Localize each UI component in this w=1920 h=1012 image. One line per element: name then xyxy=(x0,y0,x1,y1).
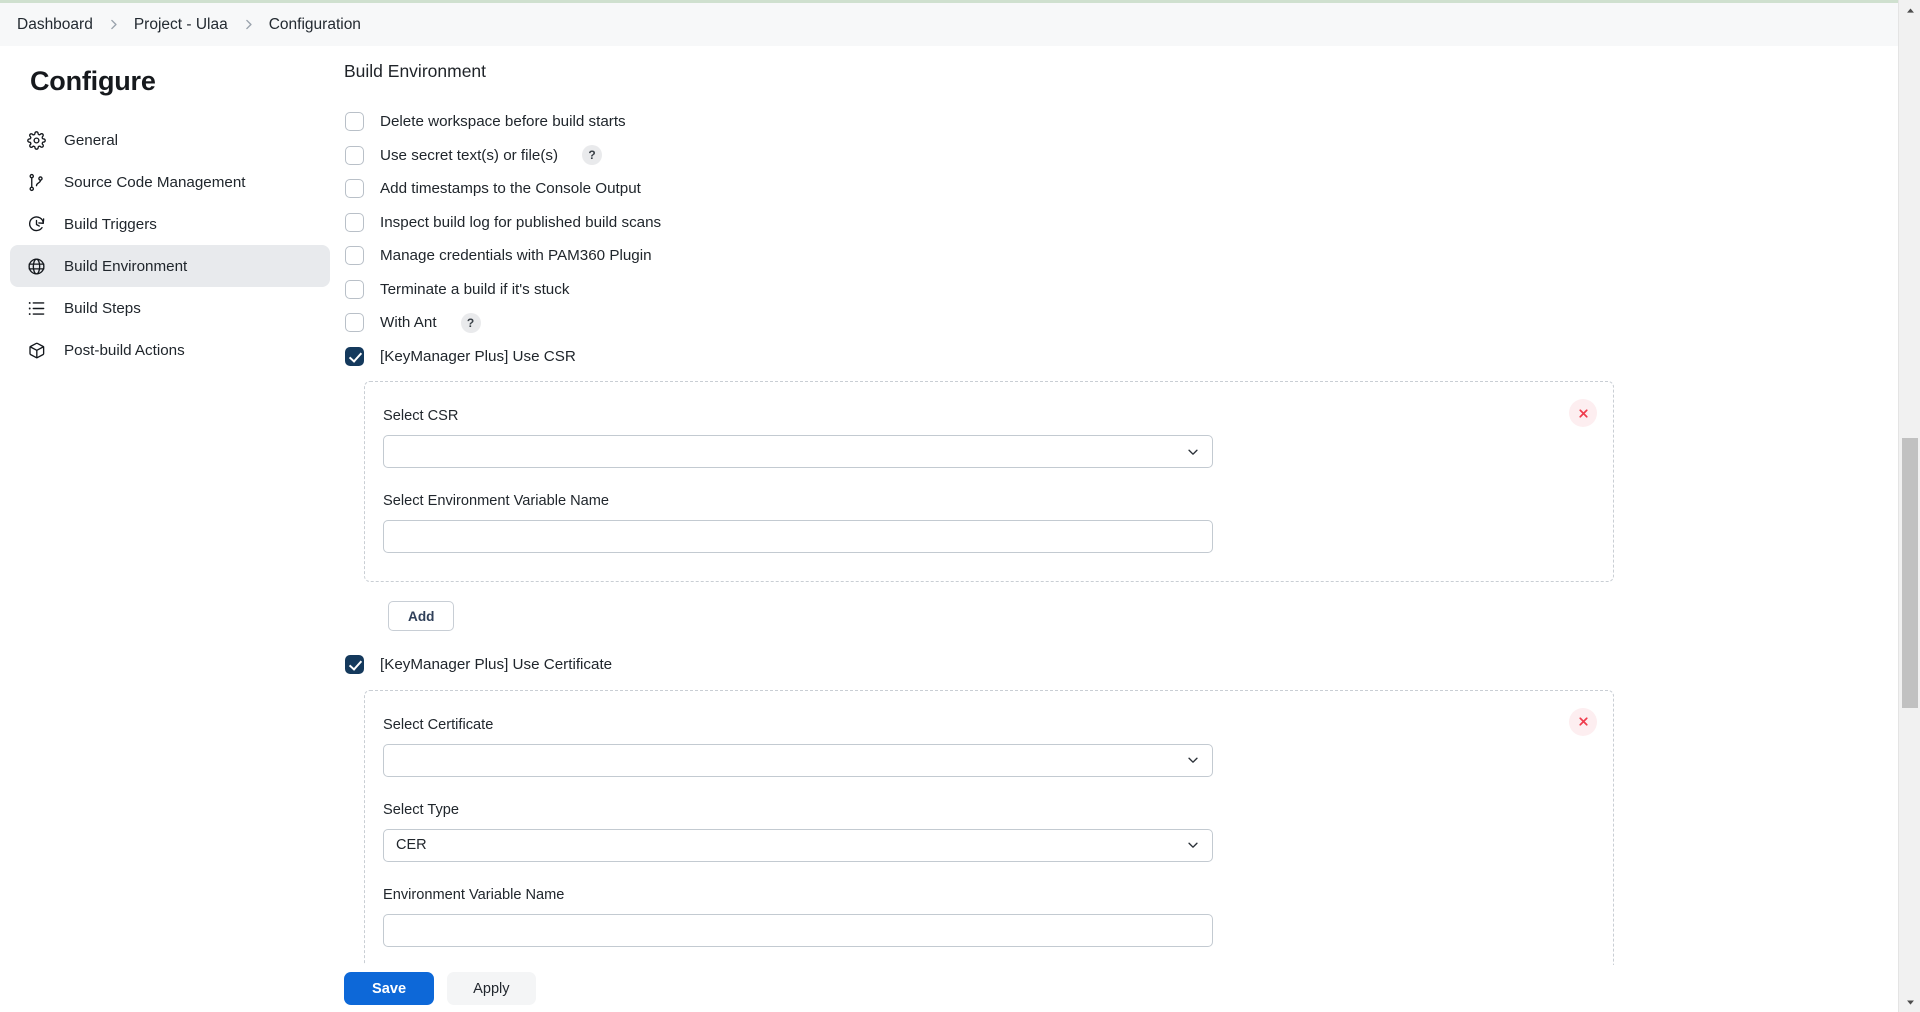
checkbox-use-secret-text[interactable] xyxy=(345,146,364,165)
option-delete-workspace[interactable]: Delete workspace before build starts xyxy=(340,105,1898,139)
checkbox-terminate-build[interactable] xyxy=(345,280,364,299)
option-add-timestamps[interactable]: Add timestamps to the Console Output xyxy=(340,172,1898,206)
checkbox-with-ant[interactable] xyxy=(345,313,364,332)
scroll-down-arrow-icon[interactable] xyxy=(1899,992,1920,1012)
close-icon[interactable] xyxy=(1569,708,1597,736)
option-label: [KeyManager Plus] Use Certificate xyxy=(380,656,612,673)
sidebar-item-source-code-management[interactable]: Source Code Management xyxy=(10,161,330,203)
field-label: Select Certificate xyxy=(383,717,1613,733)
sidebar-item-label: Build Steps xyxy=(64,300,141,317)
section-title: Build Environment xyxy=(344,61,1898,82)
chevron-down-icon xyxy=(1185,444,1200,459)
chevron-right-icon xyxy=(242,18,255,31)
help-icon[interactable]: ? xyxy=(461,313,481,333)
help-icon[interactable]: ? xyxy=(582,145,602,165)
sidebar: Configure General Source Code Management… xyxy=(0,46,340,1012)
sidebar-item-post-build-actions[interactable]: Post-build Actions xyxy=(10,329,330,371)
field-select-env-var-name: Select Environment Variable Name xyxy=(383,493,1613,553)
breadcrumb: Dashboard Project - Ulaa Configuration xyxy=(0,3,1898,46)
option-label: With Ant xyxy=(380,314,437,331)
checkbox-manage-credentials-pam360[interactable] xyxy=(345,246,364,265)
field-label: Select Environment Variable Name xyxy=(383,493,1613,509)
action-bar: Save Apply xyxy=(340,965,1898,1012)
close-icon[interactable] xyxy=(1569,399,1597,427)
checkbox-delete-workspace[interactable] xyxy=(345,112,364,131)
sidebar-item-label: Build Triggers xyxy=(64,216,157,233)
scroll-up-arrow-icon[interactable] xyxy=(1899,0,1920,20)
certificate-panel-wrapper: Select Certificate Select Type CER xyxy=(364,690,1614,966)
field-select-csr: Select CSR xyxy=(383,408,1613,468)
add-button[interactable]: Add xyxy=(388,601,454,631)
option-label: Manage credentials with PAM360 Plugin xyxy=(380,247,652,264)
certificate-panel: Select Certificate Select Type CER xyxy=(364,690,1614,966)
scrollbar-thumb[interactable] xyxy=(1902,438,1918,708)
field-label: Select Type xyxy=(383,802,1613,818)
option-keymanager-use-csr[interactable]: [KeyManager Plus] Use CSR xyxy=(340,340,1898,374)
option-use-secret-text[interactable]: Use secret text(s) or file(s) ? xyxy=(340,139,1898,173)
chevron-right-icon xyxy=(107,18,120,31)
option-label: Delete workspace before build starts xyxy=(380,113,626,130)
build-environment-options: Delete workspace before build starts Use… xyxy=(340,105,1898,965)
page-title: Configure xyxy=(0,66,340,97)
sidebar-item-build-triggers[interactable]: Build Triggers xyxy=(10,203,330,245)
select-type-value: CER xyxy=(396,837,1185,853)
option-label: Add timestamps to the Console Output xyxy=(380,180,641,197)
chevron-down-icon xyxy=(1185,753,1200,768)
package-icon xyxy=(26,340,47,361)
option-label: Use secret text(s) or file(s) xyxy=(380,147,558,164)
option-label: Terminate a build if it's stuck xyxy=(380,281,569,298)
breadcrumb-item-configuration[interactable]: Configuration xyxy=(269,16,361,34)
checkbox-add-timestamps[interactable] xyxy=(345,179,364,198)
breadcrumb-item-dashboard[interactable]: Dashboard xyxy=(17,16,93,34)
list-icon xyxy=(26,298,47,319)
sidebar-item-build-steps[interactable]: Build Steps xyxy=(10,287,330,329)
field-label: Select CSR xyxy=(383,408,1613,424)
breadcrumb-item-project[interactable]: Project - Ulaa xyxy=(134,16,228,34)
select-certificate-dropdown[interactable] xyxy=(383,744,1213,777)
select-type-dropdown[interactable]: CER xyxy=(383,829,1213,862)
apply-button[interactable]: Apply xyxy=(447,972,536,1005)
checkbox-keymanager-use-csr[interactable] xyxy=(345,347,364,366)
sidebar-item-label: Post-build Actions xyxy=(64,342,185,359)
branch-icon xyxy=(26,172,47,193)
csr-panel-wrapper: Select CSR Select Environment Variable N… xyxy=(364,381,1614,631)
option-label: [KeyManager Plus] Use CSR xyxy=(380,348,576,365)
option-keymanager-use-certificate[interactable]: [KeyManager Plus] Use Certificate xyxy=(340,648,1898,682)
option-with-ant[interactable]: With Ant ? xyxy=(340,306,1898,340)
option-inspect-build-log[interactable]: Inspect build log for published build sc… xyxy=(340,206,1898,240)
option-manage-credentials-pam360[interactable]: Manage credentials with PAM360 Plugin xyxy=(340,239,1898,273)
configure-page: Dashboard Project - Ulaa Configuration C… xyxy=(0,0,1920,1012)
select-env-var-name-input[interactable] xyxy=(383,520,1213,553)
save-button[interactable]: Save xyxy=(344,972,434,1005)
environment-variable-name-input[interactable] xyxy=(383,914,1213,947)
field-label: Environment Variable Name xyxy=(383,887,1613,903)
gear-icon xyxy=(26,130,47,151)
csr-panel: Select CSR Select Environment Variable N… xyxy=(364,381,1614,582)
sidebar-item-label: General xyxy=(64,132,118,149)
option-terminate-build[interactable]: Terminate a build if it's stuck xyxy=(340,273,1898,307)
checkbox-inspect-build-log[interactable] xyxy=(345,213,364,232)
select-csr-dropdown[interactable] xyxy=(383,435,1213,468)
sidebar-item-label: Source Code Management xyxy=(64,174,246,191)
sidebar-item-label: Build Environment xyxy=(64,258,187,275)
field-environment-variable-name: Environment Variable Name xyxy=(383,887,1613,947)
globe-icon xyxy=(26,256,47,277)
chevron-down-icon xyxy=(1185,838,1200,853)
sidebar-item-general[interactable]: General xyxy=(10,119,330,161)
field-select-certificate: Select Certificate xyxy=(383,717,1613,777)
vertical-scrollbar[interactable] xyxy=(1898,0,1920,1012)
checkbox-keymanager-use-certificate[interactable] xyxy=(345,655,364,674)
option-label: Inspect build log for published build sc… xyxy=(380,214,661,231)
clock-icon xyxy=(26,214,47,235)
sidebar-item-build-environment[interactable]: Build Environment xyxy=(10,245,330,287)
main-content: Build Environment Delete workspace befor… xyxy=(340,46,1898,965)
field-select-type: Select Type CER xyxy=(383,802,1613,862)
